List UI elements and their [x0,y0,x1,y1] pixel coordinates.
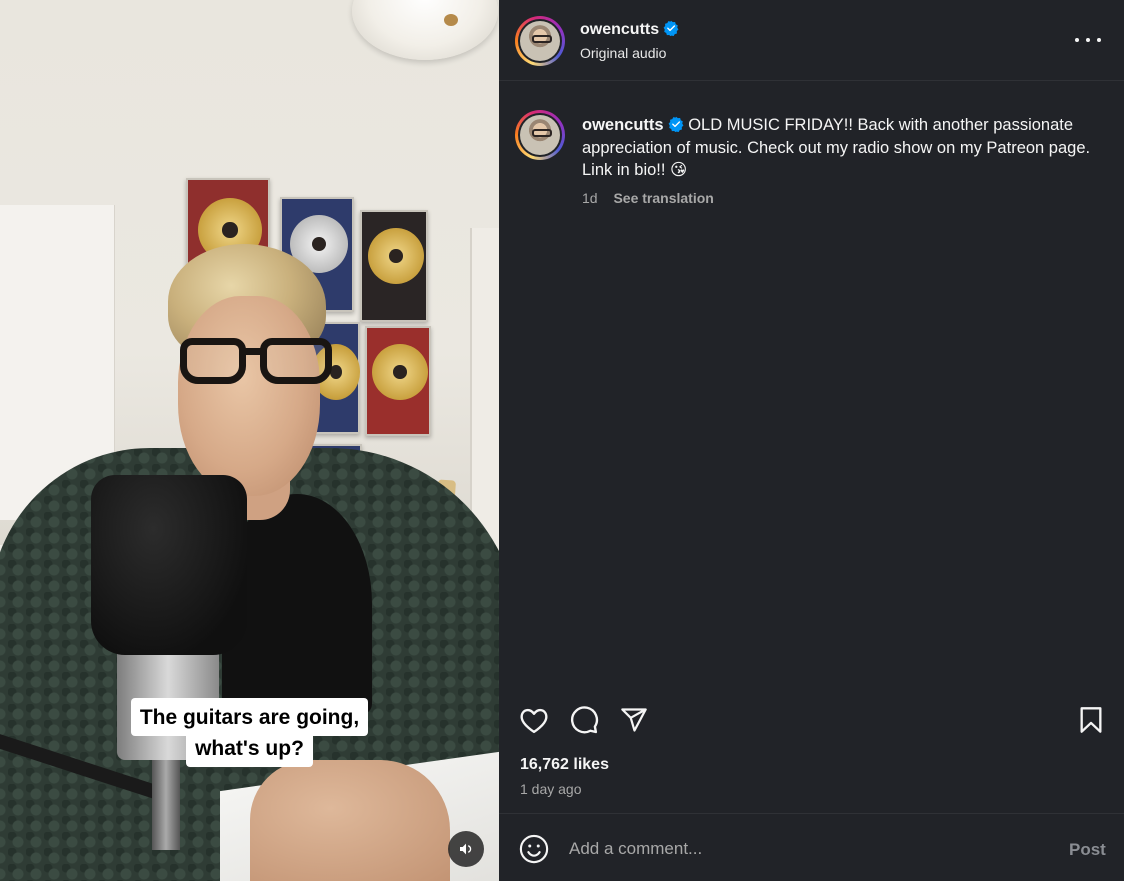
share-button[interactable] [618,704,650,736]
bookmark-icon [1080,707,1102,733]
likes-count[interactable]: 16,762 likes [520,756,609,774]
comment-button[interactable] [568,704,600,736]
post-comment-button[interactable]: Post [1069,840,1106,860]
face [178,296,320,496]
post-timestamp: 1 day ago [520,781,582,797]
record-plaque [360,210,428,322]
glasses [178,334,332,388]
caption-text-block: owencutts OLD MUSIC FRIDAY!! Back with a… [582,114,1102,182]
heart-icon [520,708,548,734]
save-button[interactable] [1075,704,1107,736]
share-icon [621,708,647,732]
ceiling-lamp [352,0,498,60]
emoji-button[interactable] [519,834,549,864]
sound-toggle-button[interactable] [448,831,484,867]
microphone-windscreen [91,475,247,655]
emoji-icon [519,834,549,864]
speaker-icon [460,843,472,855]
verified-badge-icon [663,20,679,36]
more-horizontal-icon [1075,38,1079,42]
more-options-button[interactable] [1075,30,1101,50]
comment-composer: Post [499,813,1124,881]
caption-meta: 1d See translation [582,190,714,206]
reel-video[interactable]: The guitars are going, what's up? [0,0,499,881]
subtitle-line-2: what's up? [186,732,313,767]
comment-icon [570,706,599,734]
hand [250,760,450,881]
author-username[interactable]: owencutts [580,21,659,38]
original-audio-link[interactable]: Original audio [580,45,666,61]
see-translation-link[interactable]: See translation [613,190,713,206]
verified-badge-icon [668,116,683,132]
comment-input[interactable] [569,836,1049,862]
video-subtitle: The guitars are going, what's up? [0,698,499,767]
action-bar [499,700,1124,740]
author-name-row: owencutts [580,20,679,39]
record-plaque [365,326,431,436]
microphone-stem [152,760,180,850]
post-header: owencutts Original audio [499,0,1124,81]
subtitle-line-1: The guitars are going, [130,698,369,736]
caption-age: 1d [582,190,598,206]
caption-username[interactable]: owencutts [582,116,664,134]
caption-author-avatar[interactable] [515,110,565,160]
like-button[interactable] [518,704,550,736]
post-details-panel: owencutts Original audio owencutts OLD M… [499,0,1124,881]
author-avatar[interactable] [515,16,565,66]
